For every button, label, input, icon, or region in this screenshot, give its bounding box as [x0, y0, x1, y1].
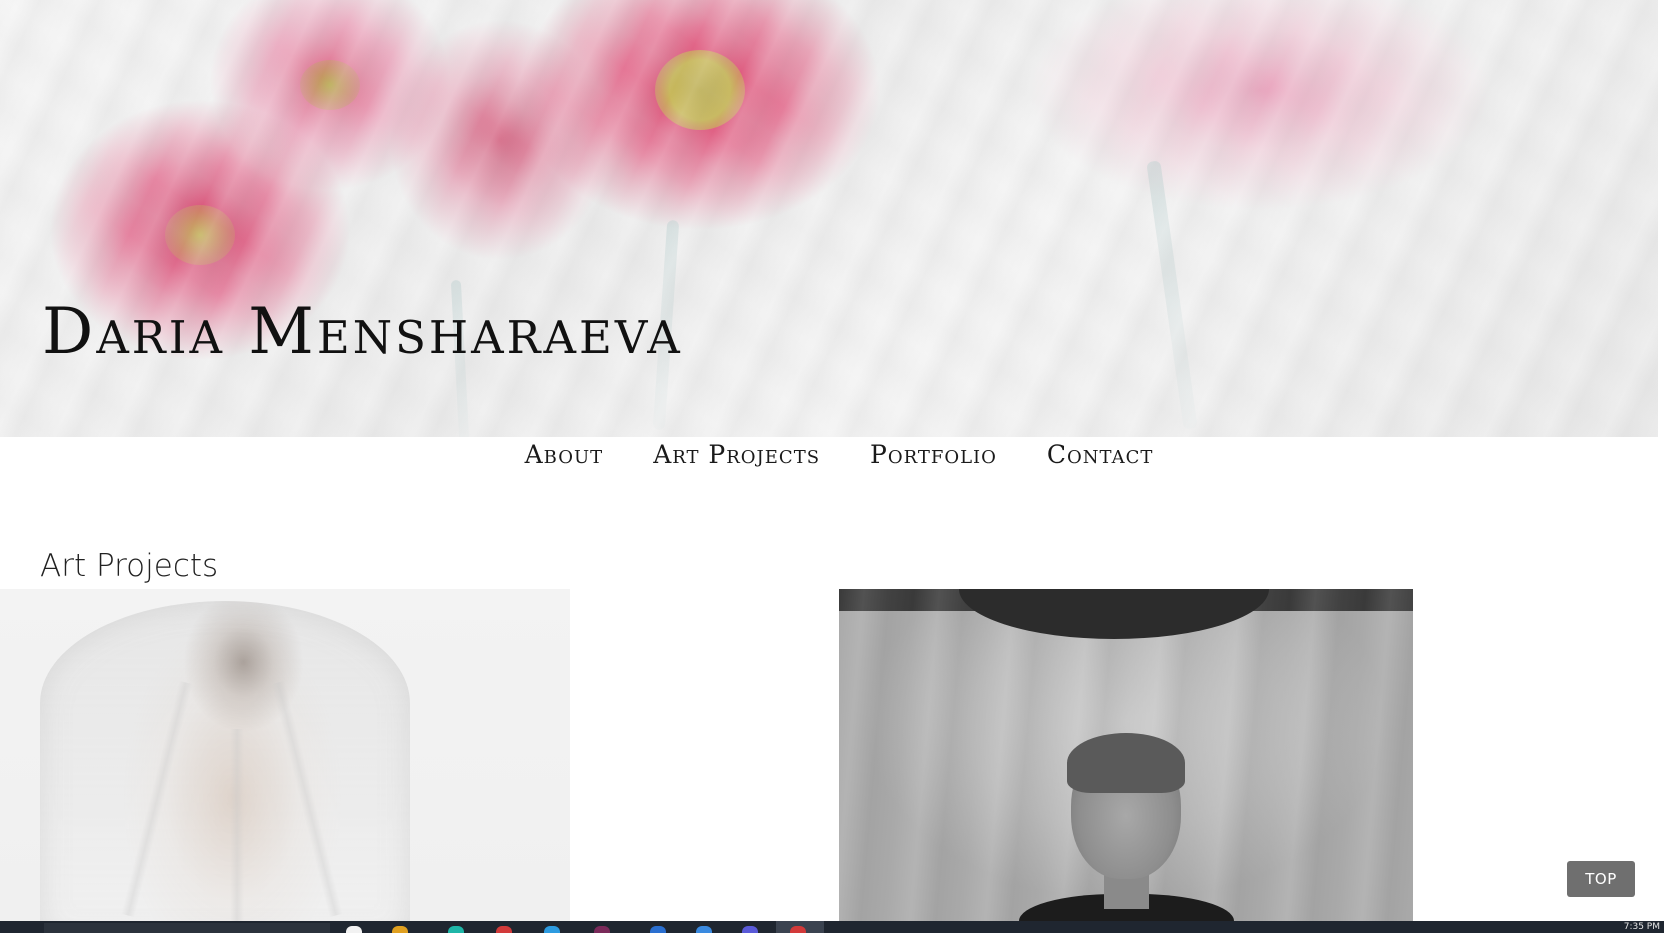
app-icon[interactable]: [496, 926, 512, 933]
browser-icon[interactable]: [346, 926, 362, 933]
portrait-hair: [1067, 733, 1185, 793]
app-icon[interactable]: [544, 926, 560, 933]
active-app-icon[interactable]: [790, 926, 806, 933]
project-thumbnail-portrait[interactable]: [839, 589, 1413, 921]
plastic-texture: [0, 0, 1658, 437]
back-to-top-button[interactable]: TOP: [1567, 861, 1635, 897]
project-thumbnail-veil[interactable]: [0, 589, 570, 921]
app-icon[interactable]: [594, 926, 610, 933]
app-icon[interactable]: [696, 926, 712, 933]
nav-item-contact[interactable]: Contact: [1047, 440, 1153, 469]
taskbar-clock[interactable]: 7:35 PM: [1624, 922, 1660, 932]
os-taskbar: 7:35 PM: [0, 921, 1664, 933]
main-nav: About Art Projects Portfolio Contact: [0, 437, 1658, 471]
section-heading: Art Projects: [40, 548, 219, 584]
taskbar-search-box[interactable]: [44, 923, 330, 933]
nav-item-art-projects[interactable]: Art Projects: [653, 440, 820, 469]
veiled-figure-image: [40, 601, 410, 921]
folder-icon[interactable]: [392, 926, 408, 933]
veil-fold: [230, 729, 244, 921]
page: Daria Mensharaeva About Art Projects Por…: [0, 0, 1664, 933]
app-icon[interactable]: [742, 926, 758, 933]
app-icon[interactable]: [448, 926, 464, 933]
hero-banner: Daria Mensharaeva: [0, 0, 1658, 437]
site-title[interactable]: Daria Mensharaeva: [42, 300, 683, 364]
nav-item-portfolio[interactable]: Portfolio: [870, 440, 997, 469]
nav-item-about[interactable]: About: [525, 440, 604, 469]
app-icon[interactable]: [650, 926, 666, 933]
